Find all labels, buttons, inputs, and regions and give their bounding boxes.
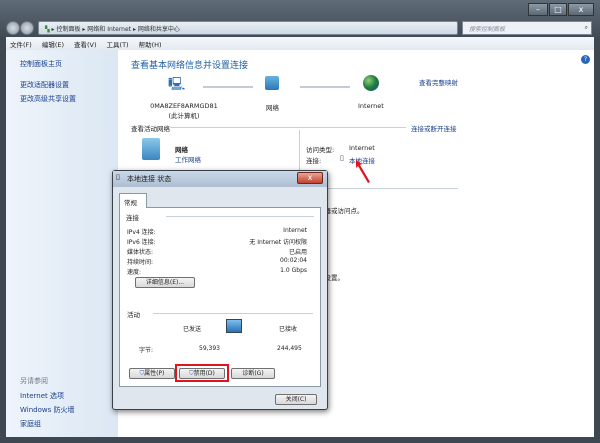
control-panel-icon: ▚ <box>45 26 50 33</box>
link-homegroup[interactable]: 家庭组 <box>20 419 41 429</box>
back-button[interactable] <box>6 21 20 35</box>
maximize-button[interactable]: □ <box>549 3 567 16</box>
page-title: 查看基本网络信息并设置连接 <box>131 61 249 71</box>
sidebar: 控制面板主页 更改适配器设置 更改高级共享设置 另请参阅 Internet 选项… <box>6 50 118 437</box>
sidebar-item-sharing[interactable]: 更改高级共享设置 <box>20 94 76 104</box>
ipv4-row: IPv4 连接: Internet <box>127 227 307 236</box>
menu-bar: 文件(F) 编辑(E) 查看(V) 工具(T) 帮助(H) <box>6 37 594 50</box>
globe-icon <box>363 75 379 91</box>
network-computers-icon <box>226 319 242 333</box>
search-icon: ⌕ <box>584 24 588 31</box>
divider <box>170 127 406 128</box>
dialog-close-icon[interactable]: x <box>297 172 323 184</box>
menu-view[interactable]: 查看(V) <box>74 39 97 49</box>
red-arrow-annotation <box>356 160 370 183</box>
divider <box>166 216 314 217</box>
media-state-row: 媒体状态: 已启用 <box>127 249 307 256</box>
address-bar[interactable]: ▚ ▸ 控制面板 ▸ 网络和 Internet ▸ 网络和共享中心 <box>38 21 458 35</box>
local-connection-status-dialog: ▯ 本地连接 状态 x 常规 连接 IPv4 连接: Internet IPv6 连… <box>112 170 328 410</box>
divider <box>318 188 458 189</box>
menu-help[interactable]: 帮助(H) <box>139 39 162 49</box>
diagnose-button[interactable]: 诊断(G) <box>231 368 275 379</box>
link-internet-options[interactable]: Internet 选项 <box>20 391 64 401</box>
disable-button[interactable]: ⛉禁用(D) <box>179 368 225 379</box>
connector-line <box>300 86 350 88</box>
minimize-button[interactable]: – <box>528 3 548 16</box>
received-label: 已接收 <box>279 326 298 333</box>
bytes-received: 244,495 <box>277 345 302 352</box>
ethernet-icon: ▯ <box>340 154 344 162</box>
menu-file[interactable]: 文件(F) <box>10 39 32 49</box>
see-also-title: 另请参阅 <box>20 377 48 385</box>
network-building-icon <box>142 138 160 160</box>
speed-row: 速度: 1.0 Gbps <box>127 267 307 276</box>
ethernet-icon: ▯ <box>116 173 120 181</box>
breadcrumb-item[interactable]: 控制面板 <box>56 26 80 33</box>
internet-label: Internet <box>358 102 384 110</box>
help-icon[interactable]: ? <box>581 55 590 64</box>
ipv6-row: IPv6 连接: 无 Internet 访问权限 <box>127 239 307 246</box>
dialog-title: 本地连接 状态 <box>127 175 172 183</box>
sidebar-home[interactable]: 控制面板主页 <box>20 59 62 69</box>
network-type-link[interactable]: 工作网络 <box>175 154 201 164</box>
access-type-label: 访问类型: <box>306 146 335 154</box>
dialog-titlebar: ▯ 本地连接 状态 <box>113 171 327 187</box>
view-full-map-link[interactable]: 查看完整映射 <box>419 77 458 87</box>
sidebar-item-adapter[interactable]: 更改适配器设置 <box>20 80 69 90</box>
close-window-button[interactable]: x <box>568 3 594 16</box>
bytes-sent: 59,393 <box>199 345 220 352</box>
breadcrumb-item[interactable]: 网络和 Internet <box>87 26 131 33</box>
access-type-value: Internet <box>349 144 375 152</box>
active-networks-title: 查看活动网络 <box>131 125 170 133</box>
connection-label: 连接: <box>306 157 322 165</box>
bytes-label: 字节: <box>139 347 154 354</box>
sent-label: 已发送 <box>183 326 202 333</box>
computer-icon: 🖳 <box>168 77 186 92</box>
menu-tools[interactable]: 工具(T) <box>107 39 129 49</box>
properties-button[interactable]: ⛉属性(P) <box>129 368 175 379</box>
details-button[interactable]: 详细信息(E)... <box>135 277 195 288</box>
tab-general[interactable]: 常规 <box>119 193 147 208</box>
forward-button[interactable] <box>20 21 34 35</box>
divider <box>153 313 313 314</box>
connect-disconnect-link[interactable]: 连接或断开连接 <box>411 123 457 133</box>
duration-row: 持续时间: 00:02:04 <box>127 257 307 266</box>
network-icon <box>265 76 279 90</box>
menu-edit[interactable]: 编辑(E) <box>42 39 64 49</box>
link-firewall[interactable]: Windows 防火墙 <box>20 405 74 415</box>
search-placeholder: 搜索控制面板 <box>469 26 506 33</box>
connection-section-title: 连接 <box>126 214 139 222</box>
connector-line <box>203 86 253 88</box>
network-name: 网络 <box>175 146 188 154</box>
close-button[interactable]: 关闭(C) <box>275 394 317 405</box>
computer-label: 0MA8ZEF8ARMGD81 (此计算机) <box>150 102 218 120</box>
network-label: 网络 <box>266 104 279 112</box>
search-input[interactable]: 搜索控制面板 ⌕ <box>462 21 592 35</box>
activity-section-title: 活动 <box>127 311 140 319</box>
breadcrumb-item[interactable]: 网络和共享中心 <box>138 26 180 33</box>
